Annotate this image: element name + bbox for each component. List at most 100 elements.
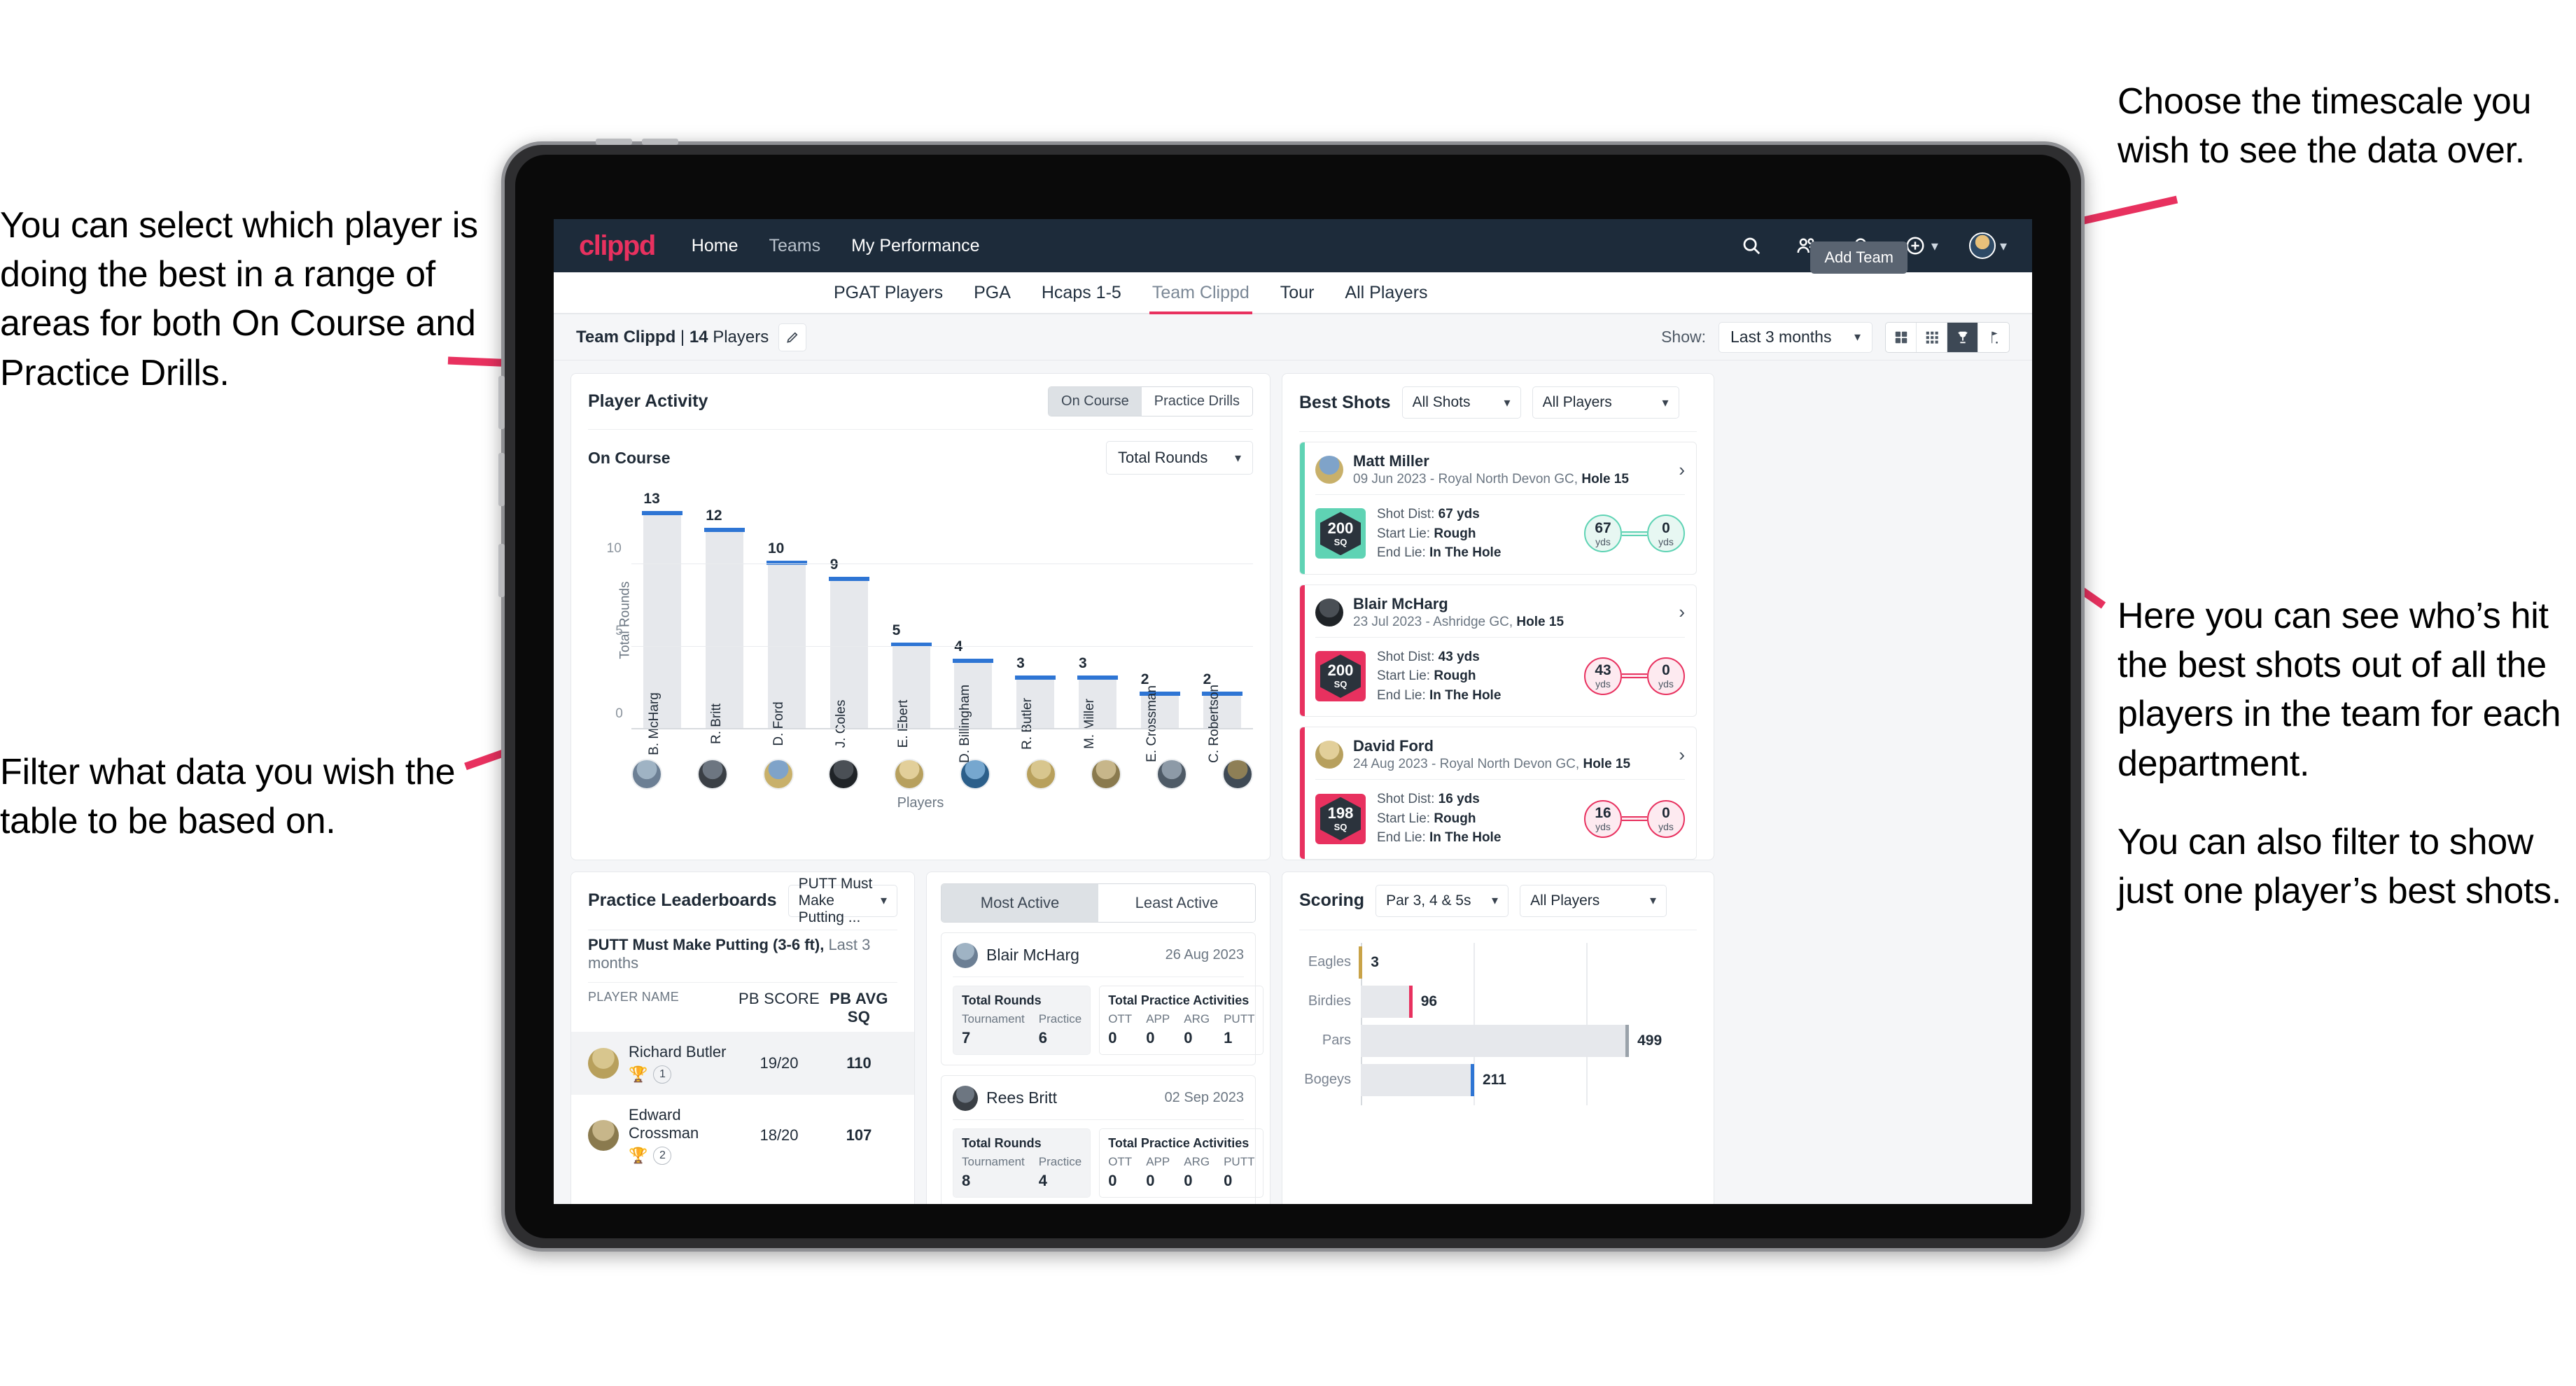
chevron-right-icon[interactable]: › xyxy=(1679,601,1685,623)
chart-bar-column[interactable]: 10 D. Ford xyxy=(756,498,818,746)
avatar xyxy=(953,942,978,968)
scoring-bar-value: 211 xyxy=(1482,1071,1506,1088)
tab-most-active[interactable]: Most Active xyxy=(941,883,1098,922)
drill-select[interactable]: PUTT Must Make Putting ... ▾ xyxy=(788,876,897,925)
tab-team-clippd[interactable]: Team Clippd xyxy=(1149,283,1252,314)
player-avatar[interactable] xyxy=(1025,759,1056,790)
shot-dist-line: Shot Dist: 16 yds xyxy=(1377,792,1480,807)
shot-quality-tile: 200 SQ xyxy=(1315,508,1366,559)
player-avatar[interactable] xyxy=(631,759,662,790)
practice-col: APP 0 xyxy=(1146,1012,1170,1047)
practice-key: APP xyxy=(1146,1154,1170,1168)
best-shot-card[interactable]: David Ford 24 Aug 2023 - Royal North Dev… xyxy=(1299,727,1697,860)
grid-small-icon[interactable] xyxy=(1917,322,1947,352)
metric-select[interactable]: Total Rounds ▾ xyxy=(1106,441,1253,475)
nav-link-teams[interactable]: Teams xyxy=(769,236,820,256)
player-avatar[interactable] xyxy=(1222,759,1253,790)
chart-bar-column[interactable]: 2 C. Robertson xyxy=(1191,498,1253,763)
trophy-icon[interactable] xyxy=(1947,322,1978,352)
practice-value: 0 xyxy=(1108,1171,1117,1189)
chart-bar-column[interactable]: 12 R. Britt xyxy=(694,498,756,744)
scoring-bar xyxy=(1361,1063,1474,1096)
tab-tour[interactable]: Tour xyxy=(1280,283,1315,313)
player-avatar[interactable] xyxy=(696,759,728,790)
tab-pga[interactable]: PGA xyxy=(974,283,1011,313)
best-shot-card[interactable]: Blair McHarg 23 Jul 2023 - Ashridge GC, … xyxy=(1299,584,1697,718)
chart-bar-column[interactable]: 4 D. Billingham xyxy=(942,498,1004,763)
activity-item[interactable]: Rees Britt 02 Sep 2023 Total Rounds Tour… xyxy=(941,1074,1264,1204)
chart-bar-column[interactable]: 3 R. Butler xyxy=(1004,498,1067,750)
chevron-down-icon: ▾ xyxy=(1234,450,1241,465)
toggle-practice-drills[interactable]: Practice Drills xyxy=(1141,387,1252,416)
nav-link-my-performance[interactable]: My Performance xyxy=(851,236,979,256)
player-avatar[interactable] xyxy=(1091,759,1122,790)
practice-leaderboards-card: Practice Leaderboards PUTT Must Make Put… xyxy=(570,871,915,1204)
shot-to-unit: yds xyxy=(1658,821,1674,833)
player-filter-value: All Players xyxy=(1542,394,1612,410)
practice-activities-cols: OTT 0 APP 0 ARG 0 PUTT 1 xyxy=(1108,1012,1254,1047)
grid-large-icon[interactable] xyxy=(1886,322,1917,352)
chart-bar-column[interactable]: 5 E. Ebert xyxy=(880,498,942,748)
chart-bar-column[interactable]: 13 B. McHarg xyxy=(631,491,694,755)
best-shots-player-filter[interactable]: All Players ▾ xyxy=(1532,386,1679,419)
toggle-on-course[interactable]: On Course xyxy=(1049,387,1142,416)
rounds-col: Practice 4 xyxy=(1039,1155,1082,1190)
scoring-par-filter[interactable]: Par 3, 4 & 5s ▾ xyxy=(1376,884,1509,917)
team-players-word: Players xyxy=(713,327,769,346)
scoring-player-filter[interactable]: All Players ▾ xyxy=(1520,884,1667,917)
chevron-right-icon[interactable]: › xyxy=(1679,744,1685,766)
shot-from-circle: 16 yds xyxy=(1584,799,1622,838)
start-lie-line: Start Lie: Rough xyxy=(1377,526,1476,541)
tab-least-active[interactable]: Least Active xyxy=(1098,883,1255,922)
clippd-logo[interactable]: clippd xyxy=(579,230,656,262)
edit-pencil-icon[interactable] xyxy=(778,323,807,351)
shot-to-value: 0 xyxy=(1662,805,1670,822)
chart-bar-label: R. Butler xyxy=(1020,698,1035,750)
player-avatar[interactable] xyxy=(762,759,794,790)
tab-pgat-players[interactable]: PGAT Players xyxy=(834,283,943,313)
team-title: Team Clippd | 14 Players xyxy=(576,328,769,347)
chart-bar-value: 4 xyxy=(954,638,962,655)
best-shots-shot-filter[interactable]: All Shots ▾ xyxy=(1401,386,1521,419)
chart-bar-column[interactable]: 2 E. Crossman xyxy=(1128,498,1191,762)
player-avatar[interactable] xyxy=(1156,759,1188,790)
scoring-card: Scoring Par 3, 4 & 5s ▾ All Players ▾ Ea… xyxy=(1282,871,1714,1204)
chevron-down-icon[interactable]: ▾ xyxy=(2000,237,2007,255)
search-icon[interactable] xyxy=(1740,234,1763,258)
shot-to-circle: 0 yds xyxy=(1647,514,1685,553)
shot-from-circle: 43 yds xyxy=(1584,657,1622,695)
chevron-right-icon[interactable]: › xyxy=(1679,459,1685,481)
timescale-select[interactable]: Last 3 months ▾ xyxy=(1718,321,1872,353)
nav-link-home[interactable]: Home xyxy=(692,236,738,256)
chart-bar-column[interactable]: 3 M. Miller xyxy=(1067,498,1129,749)
player-avatar[interactable] xyxy=(828,759,860,790)
player-activity-chart: Total Rounds 13 B. McHarg 12 R. Britt 10 D. F… xyxy=(588,487,1253,763)
leaderboard-row[interactable]: Richard Butler 🏆 1 19/20 110 xyxy=(571,1031,914,1095)
leaderboard-row[interactable]: Edward Crossman 🏆 2 18/20 107 xyxy=(571,1095,914,1176)
player-avatar[interactable] xyxy=(894,759,925,790)
flag-icon[interactable] xyxy=(1978,323,2009,352)
avatar xyxy=(588,1047,619,1079)
chevron-down-icon[interactable]: ▾ xyxy=(1931,237,1938,255)
chart-bar-column[interactable]: 9 J. Coles xyxy=(818,498,880,748)
practice-leaderboards-columns: PLAYER NAME PB SCORE PB AVG SQ xyxy=(571,983,914,1032)
team-name: Team Clippd xyxy=(576,327,676,346)
practice-activities-title: Total Practice Activities xyxy=(1108,993,1250,1007)
avatar[interactable] xyxy=(1968,232,1996,259)
scoring-track: 3 xyxy=(1359,946,1694,979)
course-drills-toggle: On Course Practice Drills xyxy=(1048,386,1253,416)
chart-gridline xyxy=(631,646,1253,648)
practice-col: APP 0 xyxy=(1146,1155,1170,1190)
chart-x-axis-label: Players xyxy=(897,795,944,811)
best-shot-card[interactable]: Matt Miller 09 Jun 2023 - Royal North De… xyxy=(1299,442,1697,575)
shot-meta: 09 Jun 2023 - Royal North Devon GC, Hole… xyxy=(1353,472,1629,486)
player-avatar[interactable] xyxy=(959,759,990,790)
metric-value: Total Rounds xyxy=(1118,449,1208,466)
activity-item[interactable]: Blair McHarg 26 Aug 2023 Total Rounds To… xyxy=(941,932,1264,1065)
best-shots-header: Best Shots All Shots ▾ All Players ▾ xyxy=(1282,374,1714,431)
player-activity-subrow: On Course Total Rounds ▾ xyxy=(571,430,1270,480)
chart-bar-label: C. Robertson xyxy=(1206,685,1222,763)
tab-all-players[interactable]: All Players xyxy=(1345,283,1427,313)
leaderboard-player-name: Edward Crossman xyxy=(629,1105,699,1142)
tab-hcaps-1-5[interactable]: Hcaps 1-5 xyxy=(1042,283,1121,313)
